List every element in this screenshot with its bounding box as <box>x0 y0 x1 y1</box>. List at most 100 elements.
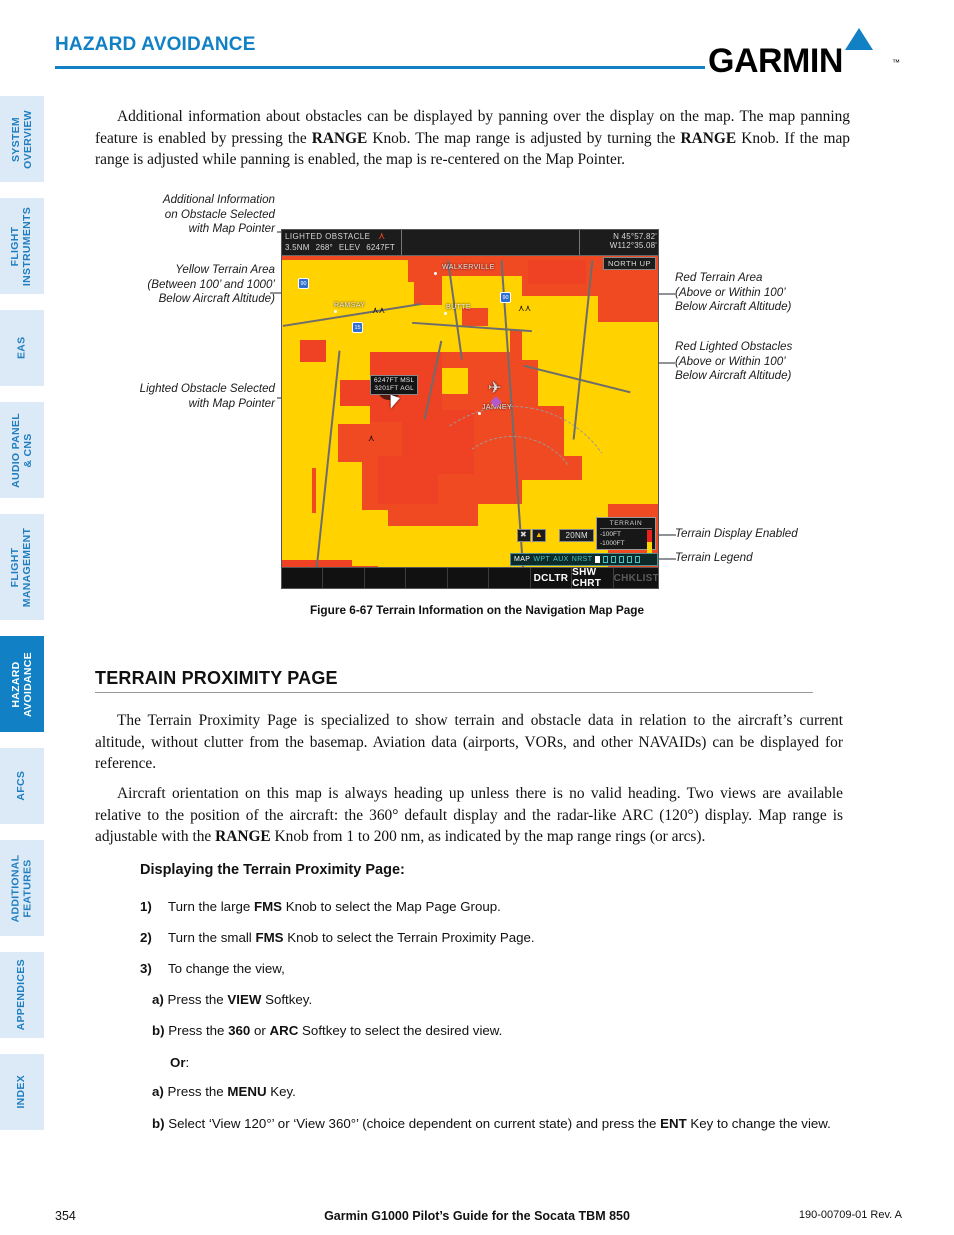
page-group-navigation[interactable]: MAP WPT AUX NRST <box>510 553 658 566</box>
procedure-substep-a1: a) Press the VIEW Softkey. <box>152 992 872 1007</box>
sidebar-item-label: APPENDICES <box>15 959 28 1031</box>
sidebar-item-label: ADDITIONAL FEATURES <box>9 854 34 922</box>
softkey-shw-chrt[interactable]: SHW CHRT <box>572 567 614 588</box>
or-text: Or: <box>170 1055 190 1070</box>
page-group-aux[interactable]: AUX <box>553 556 569 563</box>
page-group-nrst[interactable]: NRST <box>572 556 593 563</box>
city-dot <box>444 312 447 315</box>
softkey-5[interactable] <box>448 568 490 588</box>
city-label: RAMSAY <box>334 302 366 309</box>
softkey-4[interactable] <box>406 568 448 588</box>
obstacle-callout-msl: 6247FT MSL <box>374 377 415 384</box>
obstacle-distance: 3.5NM <box>285 243 310 252</box>
garmin-logo: GARMIN ™ <box>690 28 900 80</box>
legend-swatch-red <box>647 530 652 542</box>
terrain-yellow-area <box>442 368 468 394</box>
sidebar-item-system-overview[interactable]: SYSTEM OVERVIEW <box>0 96 44 182</box>
obstacle-icon: ⋏ <box>378 231 386 242</box>
annotation-additional-info: Additional Information on Obstacle Select… <box>162 193 275 235</box>
terrain-red-area <box>340 380 370 406</box>
info-bar-spacer <box>402 230 580 255</box>
obstacle-elev-value: 6247FT <box>366 243 395 252</box>
sidebar-item-appendices[interactable]: APPENDICES <box>0 952 44 1038</box>
city-dot <box>478 412 481 415</box>
page-header: HAZARD AVOIDANCE GARMIN ™ <box>55 28 900 80</box>
terrain-legend-color-bar <box>647 530 652 554</box>
softkey-2[interactable] <box>323 568 365 588</box>
no-gps-icon <box>517 529 531 542</box>
page-dot[interactable] <box>635 556 641 563</box>
obstacle-callout-agl: 3201FT AGL <box>374 385 415 392</box>
city-label: WALKERVILLE <box>442 264 495 271</box>
sidebar-item-label: AFCS <box>15 771 28 801</box>
highway-shield-icon: 90 <box>500 292 511 303</box>
annotation-lighted-obstacle: Lighted Obstacle Selected with Map Pointe… <box>139 382 275 410</box>
sidebar-item-additional-features[interactable]: ADDITIONAL FEATURES <box>0 840 44 936</box>
softkey-6[interactable] <box>489 568 531 588</box>
map-range-indicator: 20NM <box>559 529 594 542</box>
mfd-navigation-map-display[interactable]: WALKERVILLE BUTTE RAMSAY JANNEY 90 15 90… <box>281 229 659 589</box>
step-number: 1) <box>140 899 152 914</box>
obstacle-icon: ⋏⋏ <box>372 305 386 315</box>
terrain-legend-title: TERRAIN <box>600 520 652 529</box>
sidebar-item-hazard-avoidance[interactable]: HAZARD AVOIDANCE <box>0 636 44 732</box>
softkey-dcltr[interactable]: DCLTR <box>531 568 573 588</box>
procedure-title: Displaying the Terrain Proximity Page: <box>140 862 405 878</box>
sidebar-item-afcs[interactable]: AFCS <box>0 748 44 824</box>
section-rule <box>95 692 813 693</box>
coordinate-latitude: N 45°57.82' <box>613 232 657 241</box>
step-text: To change the view, <box>168 961 285 976</box>
sidebar-item-label: INDEX <box>15 1075 28 1109</box>
ownship-aircraft-icon: ✈ <box>488 378 502 397</box>
page-dot[interactable] <box>619 556 625 563</box>
city-dot <box>434 272 437 275</box>
obstacle-info-box: LIGHTED OBSTACLE ⋏ 3.5NM 268° ELEV 6247F… <box>282 230 402 255</box>
softkey-chklist[interactable]: CHKLIST <box>614 568 658 588</box>
section-heading: TERRAIN PROXIMITY PAGE <box>95 668 338 688</box>
step-number: 3) <box>140 961 152 976</box>
section-heading-block: TERRAIN PROXIMITY PAGE <box>95 668 813 693</box>
substep-text: Press the MENU Key. <box>167 1084 296 1099</box>
obstacle-bearing: 268° <box>315 243 333 252</box>
terrain-legend-row-1000: -1000FT <box>600 540 625 547</box>
substep-number: b) <box>152 1116 165 1131</box>
step-text: Turn the large FMS Knob to select the Ma… <box>168 899 501 914</box>
mfd-info-bar: LIGHTED OBSTACLE ⋏ 3.5NM 268° ELEV 6247F… <box>282 230 658 256</box>
map-status-icons <box>517 529 546 542</box>
sidebar-item-index[interactable]: INDEX <box>0 1054 44 1130</box>
page-dot[interactable] <box>595 556 601 563</box>
garmin-triangle-icon <box>845 28 873 50</box>
city-label: BUTTE <box>446 304 471 311</box>
softkey-3[interactable] <box>365 568 407 588</box>
page-dot[interactable] <box>627 556 633 563</box>
procedure-substep-b1: b) Press the 360 or ARC Softkey to selec… <box>152 1023 872 1038</box>
figure-caption: Figure 6-67 Terrain Information on the N… <box>309 603 645 617</box>
page-dot[interactable] <box>611 556 617 563</box>
page-group-wpt[interactable]: WPT <box>533 556 550 563</box>
annotation-red-terrain: Red Terrain Area (Above or Within 100’ Bel… <box>675 271 792 313</box>
city-dot <box>334 310 337 313</box>
obstacle-icon: ⋏ <box>368 433 375 443</box>
terrain-yellow-area <box>538 356 658 406</box>
terrain-enabled-icon[interactable] <box>532 529 546 542</box>
terrain-yellow-area <box>282 513 330 563</box>
softkey-bar[interactable]: DCLTR SHW CHRT CHKLIST <box>282 567 658 588</box>
substep-text: Press the 360 or ARC Softkey to select t… <box>168 1023 503 1038</box>
sidebar-item-label: SYSTEM OVERVIEW <box>9 109 34 169</box>
procedure-or-divider: Or: <box>170 1055 890 1070</box>
softkey-1[interactable] <box>282 568 324 588</box>
page-group-map[interactable]: MAP <box>514 556 530 563</box>
obstacle-callout: 6247FT MSL 3201FT AGL <box>370 375 419 395</box>
annotation-yellow-terrain: Yellow Terrain Area (Between 100’ and 100… <box>147 263 275 305</box>
terrain-red-area <box>300 340 326 362</box>
substep-number: a) <box>152 1084 164 1099</box>
map-orientation-indicator: NORTH UP <box>602 257 656 270</box>
substep-text: Select ‘View 120°’ or ‘View 360°’ (choic… <box>168 1116 831 1131</box>
coordinate-longitude: W112°35.08' <box>609 241 657 250</box>
terrain-red-area <box>528 260 586 284</box>
sidebar-item-label: HAZARD AVOIDANCE <box>9 651 34 717</box>
procedure-step-3: 3) To change the view, <box>140 961 860 976</box>
highway-shield-icon: 15 <box>352 322 363 333</box>
section-paragraph-1: The Terrain Proximity Page is specialize… <box>95 712 843 772</box>
page-dot[interactable] <box>603 556 609 563</box>
